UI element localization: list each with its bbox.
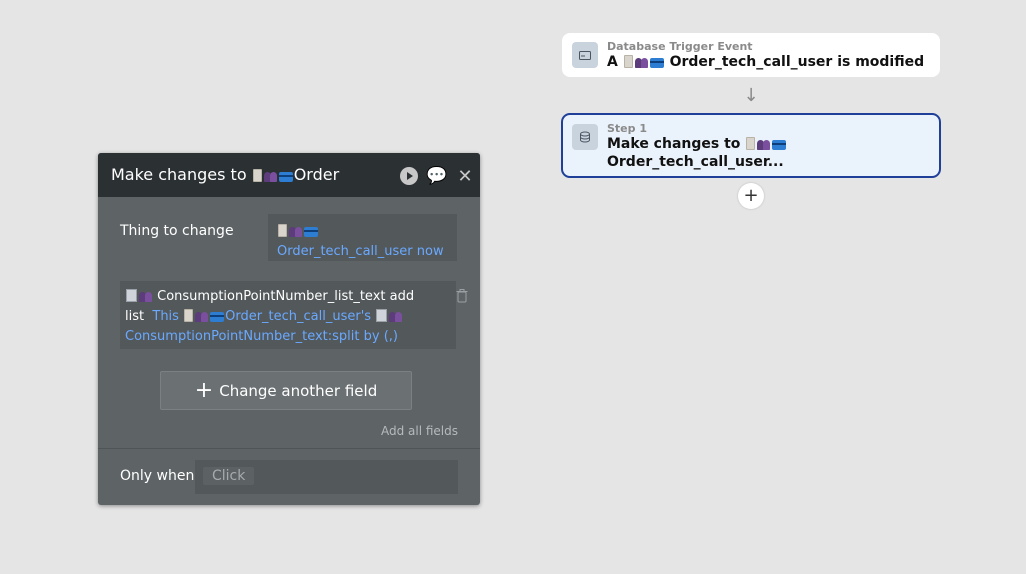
- trigger-prefix: A: [607, 54, 618, 70]
- step-1-card[interactable]: Step 1 Make changes to Order_tech_call_u…: [561, 113, 941, 178]
- card-emoji-icon: [649, 58, 664, 68]
- comment-icon: 💬: [426, 166, 448, 186]
- field-change-row[interactable]: ConsumptionPointNumber_list_text add lis…: [120, 281, 456, 349]
- field-operator: list: [125, 309, 145, 324]
- change-another-field-button[interactable]: + Change another field: [160, 371, 412, 410]
- trigger-type-name: Order_tech_call_user: [669, 54, 833, 70]
- only-when-placeholder[interactable]: Click: [203, 467, 255, 485]
- trash-icon[interactable]: [456, 289, 470, 305]
- document-emoji-icon: [184, 309, 194, 322]
- step-action: Make changes to: [607, 136, 741, 152]
- action-property-editor: Make changes to Order 💬 ✕ Thing to chang…: [98, 153, 480, 505]
- database-icon: [572, 124, 598, 150]
- people-emoji-icon: [757, 140, 771, 150]
- editor-header[interactable]: Make changes to Order 💬 ✕: [98, 153, 480, 197]
- play-icon: [400, 167, 418, 185]
- field-expression[interactable]: This Order_tech_call_user's ConsumptionP…: [125, 309, 403, 344]
- card-emoji-icon: [278, 172, 293, 182]
- expression-source-field: ConsumptionPointNumber_text:split by (,): [125, 329, 398, 344]
- change-another-field-label: Change another field: [219, 381, 378, 400]
- expression-this: This: [152, 309, 179, 324]
- trigger-event-card[interactable]: Database Trigger Event A Order_tech_call…: [562, 33, 940, 77]
- people-emoji-icon: [263, 172, 277, 182]
- monitor-icon: [572, 42, 598, 68]
- thing-to-change-field[interactable]: Order_tech_call_user now: [268, 214, 457, 261]
- people-emoji-icon: [139, 292, 152, 302]
- document-emoji-icon: [746, 137, 756, 150]
- trigger-description: A Order_tech_call_user is modified: [607, 53, 924, 71]
- people-emoji-icon: [389, 312, 403, 322]
- people-emoji-icon: [634, 58, 648, 68]
- document-emoji-icon: [252, 169, 262, 182]
- close-button[interactable]: ✕: [455, 165, 475, 187]
- document-emoji-icon: [623, 55, 633, 68]
- step-subtitle: Step 1: [607, 122, 647, 135]
- down-arrow-icon: ↓: [743, 85, 759, 106]
- thing-to-change-label: Thing to change: [120, 223, 234, 239]
- plus-icon: +: [194, 377, 214, 403]
- card-emoji-icon: [210, 312, 225, 322]
- close-icon: ✕: [457, 165, 473, 187]
- plus-icon: +: [743, 185, 759, 206]
- building-emoji-icon: [376, 309, 388, 322]
- editor-title-type: Order: [293, 165, 340, 184]
- card-emoji-icon: [772, 140, 787, 150]
- editor-title-prefix: Make changes to: [111, 165, 247, 184]
- only-when-input[interactable]: Click: [195, 460, 458, 494]
- trigger-subtitle: Database Trigger Event: [607, 40, 753, 53]
- field-name: ConsumptionPointNumber_list_text add: [157, 289, 415, 304]
- step-type-name: Order_tech_call_user...: [607, 154, 784, 170]
- document-emoji-icon: [278, 224, 287, 237]
- editor-title: Make changes to Order: [111, 165, 343, 184]
- add-all-fields-link[interactable]: Add all fields: [381, 424, 458, 438]
- thing-value: Order_tech_call_user now: [277, 244, 444, 259]
- step-description: Make changes to Order_tech_call_user...: [607, 135, 907, 171]
- trigger-suffix: is modified: [837, 54, 925, 70]
- expression-source-type: Order_tech_call_user's: [225, 309, 372, 324]
- comment-button[interactable]: 💬: [426, 166, 448, 186]
- card-emoji-icon: [304, 227, 318, 237]
- people-emoji-icon: [289, 227, 302, 237]
- divider: [98, 448, 480, 449]
- run-action-button[interactable]: [399, 166, 419, 186]
- only-when-label: Only when: [120, 468, 195, 484]
- people-emoji-icon: [195, 312, 209, 322]
- building-emoji-icon: [126, 289, 137, 302]
- add-step-button[interactable]: +: [738, 183, 764, 209]
